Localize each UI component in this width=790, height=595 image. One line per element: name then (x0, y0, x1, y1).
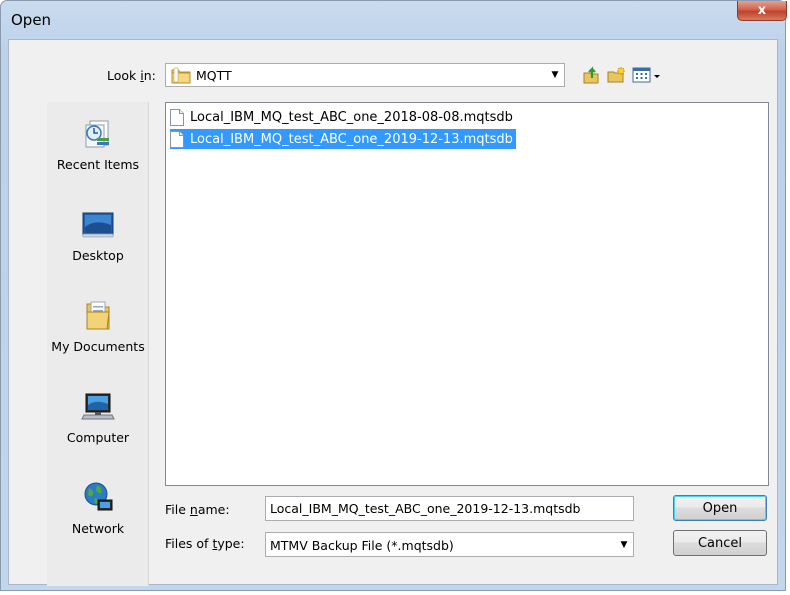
place-label: Desktop (72, 248, 124, 263)
window-title: Open (11, 11, 52, 29)
file-item[interactable]: Local_IBM_MQ_test_ABC_one_2018-08-08.mqt… (170, 107, 516, 127)
file-list[interactable]: Local_IBM_MQ_test_ABC_one_2018-08-08.mqt… (165, 102, 769, 486)
desktop-icon (82, 212, 114, 238)
close-button[interactable]: x (737, 1, 787, 21)
file-type-label: Files of type: (165, 536, 245, 551)
place-label: My Documents (51, 339, 145, 354)
look-in-label: Look in: (107, 68, 156, 83)
place-label: Computer (66, 430, 130, 445)
folder-icon (171, 67, 191, 84)
file-item-selected[interactable]: Local_IBM_MQ_test_ABC_one_2019-12-13.mqt… (170, 129, 516, 149)
recent-items-icon (85, 120, 109, 148)
close-icon: x (757, 3, 767, 18)
file-type-dropdown[interactable]: MTMV Backup File (*.mqtsdb) ▼ (265, 532, 634, 557)
place-network[interactable]: Network (47, 480, 149, 536)
file-icon (170, 130, 184, 148)
new-folder-icon[interactable] (606, 65, 626, 85)
place-label: Recent Items (56, 157, 140, 172)
places-bar: Recent Items Desktop My Documents Comput… (47, 102, 149, 586)
network-icon (84, 482, 113, 511)
file-type-value: MTMV Backup File (*.mqtsdb) (270, 538, 454, 553)
my-documents-icon (86, 301, 110, 330)
file-name: Local_IBM_MQ_test_ABC_one_2018-08-08.mqt… (190, 109, 513, 125)
computer-icon (81, 393, 115, 420)
place-label: Network (71, 521, 125, 536)
cancel-button[interactable]: Cancel (673, 530, 767, 556)
place-computer[interactable]: Computer (47, 389, 149, 445)
place-desktop[interactable]: Desktop (47, 207, 149, 263)
chevron-down-icon[interactable]: ▼ (615, 533, 633, 556)
look-in-dropdown[interactable]: MQTT ▼ (165, 63, 565, 87)
file-name-input[interactable]: Local_IBM_MQ_test_ABC_one_2019-12-13.mqt… (265, 496, 634, 521)
up-folder-icon[interactable] (581, 65, 601, 85)
chevron-down-icon[interactable]: ▼ (546, 64, 564, 86)
view-menu-icon[interactable] (632, 65, 666, 85)
open-button[interactable]: Open (673, 495, 767, 521)
file-icon (170, 108, 184, 126)
place-my-documents[interactable]: My Documents (47, 298, 149, 354)
file-name-label: File name: (165, 502, 230, 517)
look-in-value: MQTT (196, 68, 232, 83)
file-name: Local_IBM_MQ_test_ABC_one_2019-12-13.mqt… (190, 131, 513, 147)
place-recent-items[interactable]: Recent Items (47, 116, 149, 172)
